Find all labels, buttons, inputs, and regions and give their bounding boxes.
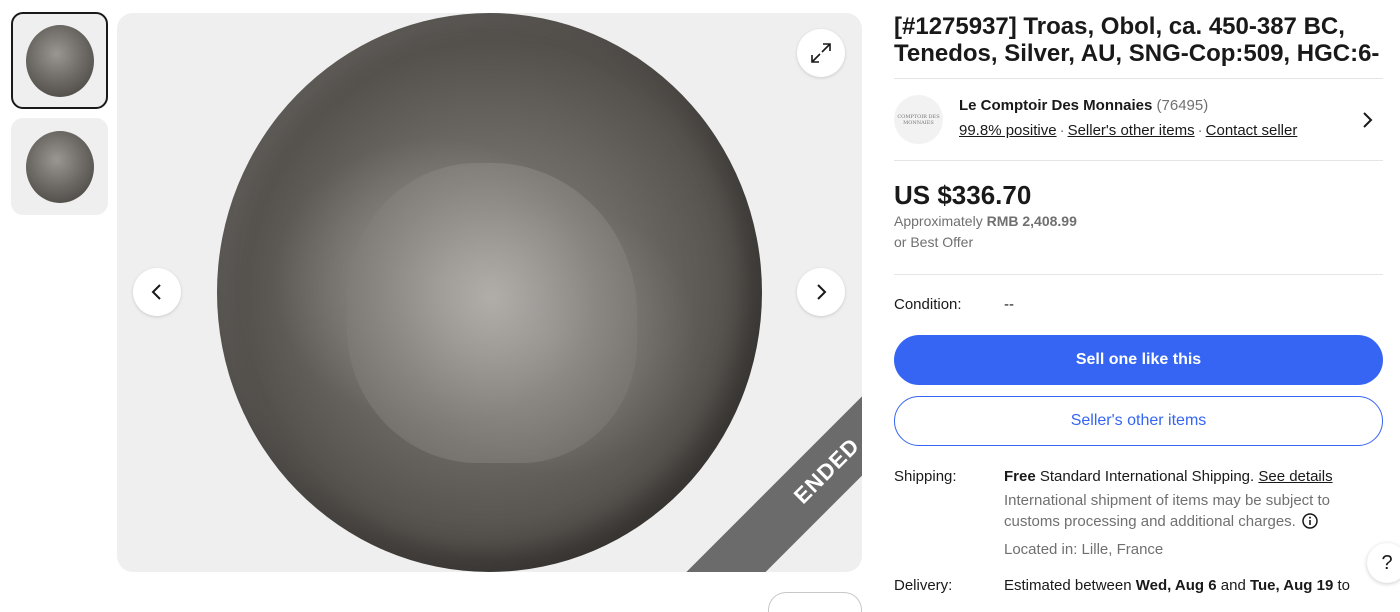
chevron-right-icon <box>817 284 827 300</box>
shipping-summary: Free Standard International Shipping. Se… <box>1004 468 1384 485</box>
partial-button[interactable] <box>768 592 862 612</box>
thumbnail-obverse[interactable] <box>11 12 108 109</box>
divider <box>894 78 1383 79</box>
delivery-start: Wed, Aug 6 <box>1135 577 1217 594</box>
condition-value: -- <box>1004 296 1014 313</box>
sellers-other-items-button[interactable]: Seller's other items <box>894 396 1383 446</box>
shipping-note: International shipment of items may be s… <box>1004 490 1354 532</box>
main-image-viewer[interactable]: ENDED <box>117 13 862 572</box>
seller-name[interactable]: Le Comptoir Des Monnaies <box>959 97 1152 114</box>
coin-thumbnail-image <box>25 130 94 203</box>
next-image-button[interactable] <box>797 268 845 316</box>
seller-logo-text: COMPTOIR DES MONNAIES <box>897 113 940 126</box>
delivery-prefix: Estimated between <box>1004 577 1132 594</box>
seller-feedback-count: (76495) <box>1156 97 1209 114</box>
shipping-service: Standard International Shipping. <box>1039 468 1255 485</box>
chevron-left-icon <box>151 284 161 300</box>
help-icon: ? <box>1381 551 1393 574</box>
shipping-label: Shipping: <box>894 468 957 485</box>
delivery-and: and <box>1220 577 1246 594</box>
expand-icon <box>811 43 831 63</box>
shipping-note-text: International shipment of items may be s… <box>1004 492 1331 530</box>
shipping-free: Free <box>1004 468 1036 485</box>
thumbnail-reverse[interactable] <box>11 118 108 215</box>
sell-one-like-this-button[interactable]: Sell one like this <box>894 335 1383 385</box>
seller-positive-link[interactable]: 99.8% positive <box>959 122 1057 139</box>
coin-janiform-head <box>347 163 637 463</box>
approx-price: Approximately RMB 2,408.99 <box>894 213 1077 229</box>
item-location: Located in: Lille, France <box>1004 541 1164 558</box>
info-icon[interactable] <box>1302 513 1318 529</box>
help-button[interactable]: ? <box>1367 543 1400 583</box>
item-price: US $336.70 <box>894 180 1032 210</box>
coin-thumbnail-image <box>25 24 94 97</box>
approx-prefix: Approximately <box>894 213 983 229</box>
approx-value: RMB 2,408.99 <box>986 213 1077 229</box>
divider <box>894 274 1383 275</box>
seller-other-items-link[interactable]: Seller's other items <box>1068 122 1195 139</box>
expand-image-button[interactable] <box>797 29 845 77</box>
coin-image <box>217 13 762 572</box>
contact-seller-link[interactable]: Contact seller <box>1206 122 1298 139</box>
delivery-suffix: to <box>1337 577 1350 594</box>
separator-dot: · <box>1197 122 1203 139</box>
condition-label: Condition: <box>894 296 962 313</box>
seller-info: Le Comptoir Des Monnaies (76495) <box>959 97 1208 114</box>
chevron-right-icon <box>1363 112 1373 128</box>
divider <box>894 160 1383 161</box>
previous-image-button[interactable] <box>133 268 181 316</box>
see-details-link[interactable]: See details <box>1258 468 1332 485</box>
delivery-end: Tue, Aug 19 <box>1249 577 1334 594</box>
seller-links: 99.8% positive · Seller's other items · Cont… <box>959 122 1297 139</box>
seller-logo[interactable]: COMPTOIR DES MONNAIES <box>894 95 943 144</box>
delivery-label: Delivery: <box>894 577 953 594</box>
item-title: [#1275937] Troas, Obol, ca. 450-387 BC, … <box>894 13 1380 67</box>
best-offer-text: or Best Offer <box>894 234 974 250</box>
delivery-estimate: Estimated between Wed, Aug 6 and Tue, Au… <box>1004 577 1384 594</box>
seller-details-button[interactable] <box>1358 108 1376 137</box>
separator-dot: · <box>1059 122 1065 139</box>
